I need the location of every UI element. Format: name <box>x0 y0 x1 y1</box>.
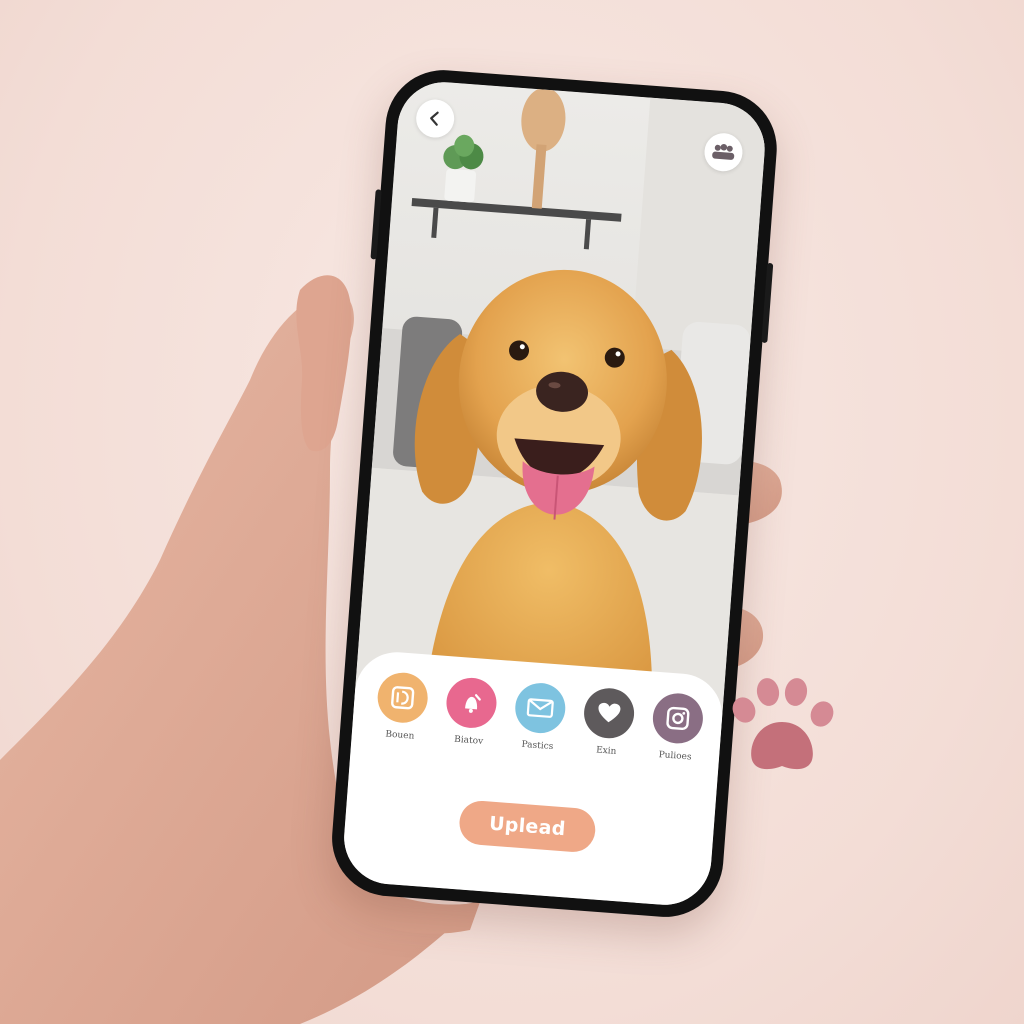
share-option-exin[interactable]: Exin <box>576 686 641 758</box>
pet-photo <box>353 78 769 745</box>
dog-bell-icon <box>465 694 481 713</box>
heart-icon <box>598 702 621 723</box>
phone-screen: Bouen Biatov Pastics Exin Pulioes Uplead <box>340 78 769 909</box>
option-label: Biatov <box>453 734 484 747</box>
chevron-left-icon <box>430 111 439 126</box>
paw-print-icon <box>732 678 834 770</box>
share-options: Bouen Biatov Pastics Exin Pulioes <box>370 670 710 764</box>
option-circle <box>375 670 430 725</box>
app-scene: Bouen Biatov Pastics Exin Pulioes Uplead <box>0 0 1024 1024</box>
option-label: Exin <box>595 745 617 757</box>
option-circle <box>651 691 705 746</box>
mail-icon <box>526 698 554 718</box>
instagram-icon <box>666 706 690 730</box>
photo-book-icon <box>391 686 415 710</box>
option-circle <box>444 676 499 730</box>
option-label: Pastics <box>521 739 554 753</box>
share-option-pulioes[interactable]: Pulioes <box>645 691 710 763</box>
share-option-bouen[interactable]: Bouen <box>370 670 435 743</box>
option-label: Bouen <box>385 729 415 742</box>
share-option-biatov[interactable]: Biatov <box>438 676 503 748</box>
upload-button[interactable]: Uplead <box>457 799 597 854</box>
phone: Bouen Biatov Pastics Exin Pulioes Uplead <box>327 66 781 922</box>
share-sheet: Bouen Biatov Pastics Exin Pulioes Uplead <box>340 649 726 909</box>
group-icon <box>712 143 735 160</box>
option-label: Pulioes <box>658 750 692 763</box>
option-circle <box>582 686 636 741</box>
share-option-pastics[interactable]: Pastics <box>507 681 572 753</box>
option-circle <box>513 681 568 735</box>
